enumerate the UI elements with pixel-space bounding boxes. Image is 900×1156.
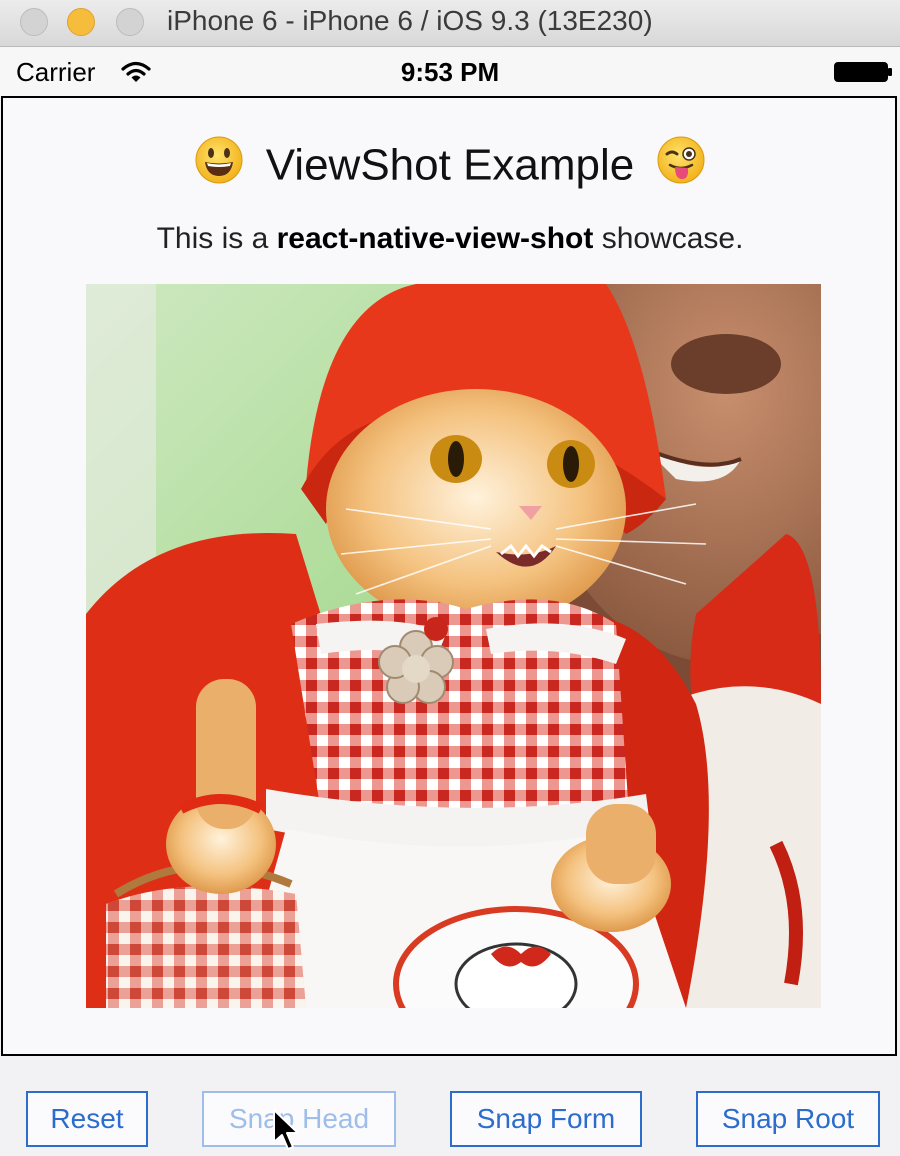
smiley-icon [194, 135, 244, 196]
window-title: iPhone 6 - iPhone 6 / iOS 9.3 (13E230) [167, 5, 653, 36]
battery-icon [834, 62, 892, 82]
reset-button[interactable]: Reset [26, 1091, 148, 1147]
page-title: ViewShot Example [0, 135, 900, 196]
status-time: 9:53 PM [400, 57, 500, 87]
window-titlebar: iPhone 6 - iPhone 6 / iOS 9.3 (13E230) [0, 0, 900, 47]
subtitle-prefix: This is a [156, 222, 277, 255]
snap-root-button[interactable]: Snap Root [696, 1091, 880, 1147]
winking-tongue-icon [656, 135, 706, 196]
window-close-button[interactable] [20, 8, 48, 36]
window-minimize-button[interactable] [67, 8, 95, 36]
mouse-cursor-icon [273, 1109, 299, 1150]
cat-photo [86, 284, 821, 1008]
subtitle: This is a react-native-view-shot showcas… [0, 222, 900, 256]
subtitle-library-name: react-native-view-shot [276, 222, 594, 255]
window-zoom-button[interactable] [116, 8, 144, 36]
subtitle-suffix: showcase. [593, 222, 744, 255]
status-bar: Carrier 9:53 PM [0, 47, 900, 97]
heading-text: ViewShot Example [265, 140, 635, 190]
snap-form-button[interactable]: Snap Form [450, 1091, 642, 1147]
